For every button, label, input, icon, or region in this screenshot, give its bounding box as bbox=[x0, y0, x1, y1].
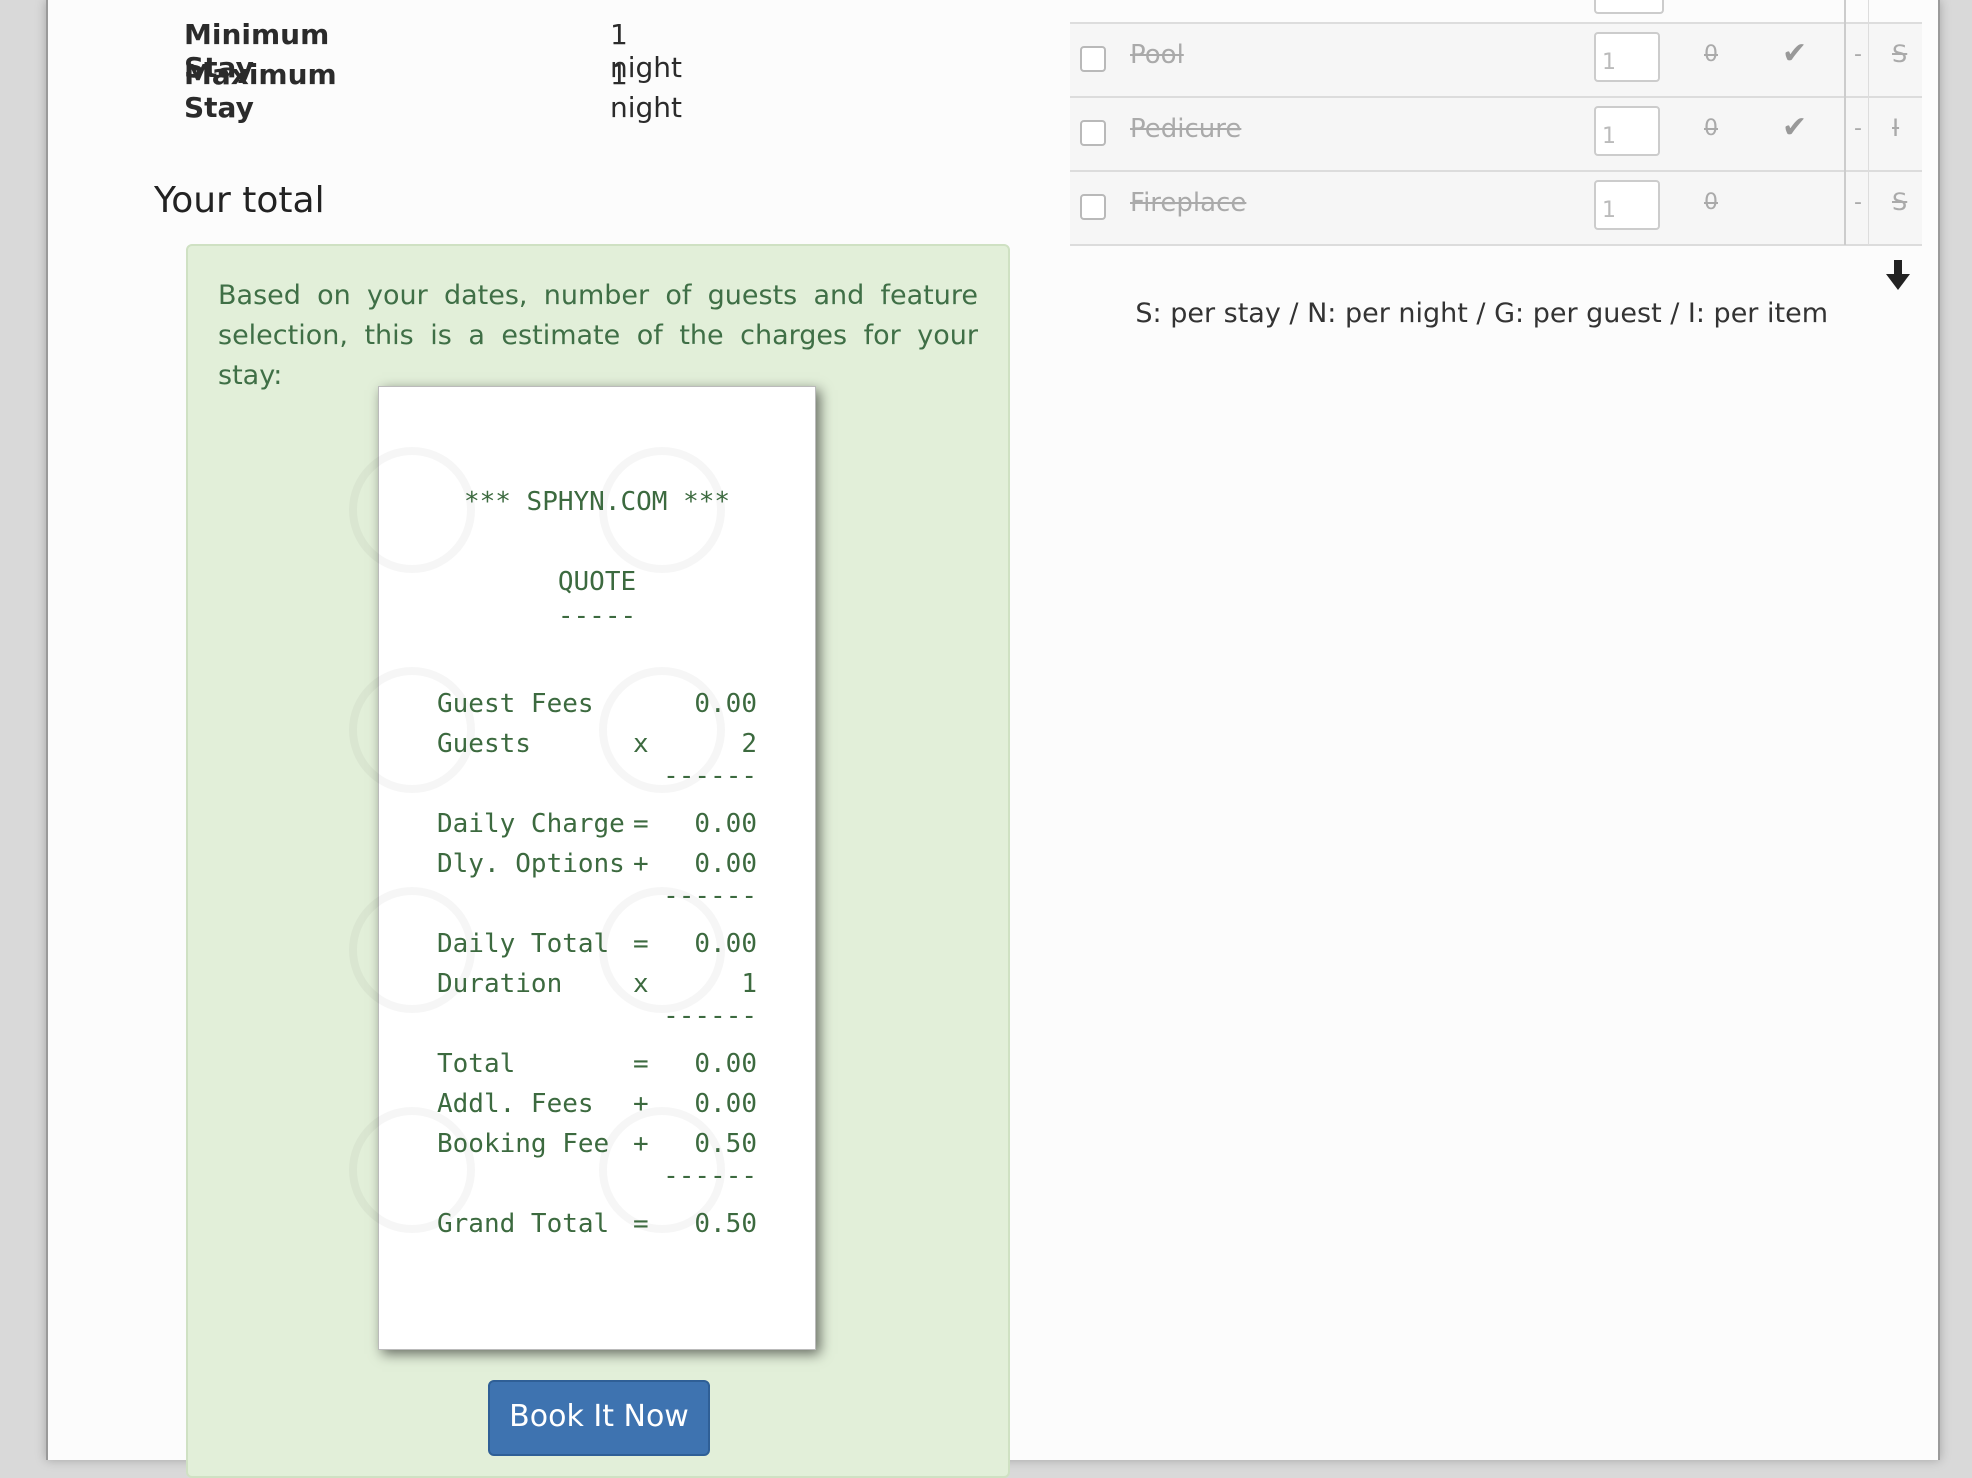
feature-name: Pool bbox=[1130, 40, 1184, 70]
feature-unit: S bbox=[1892, 188, 1908, 216]
receipt-line-booking-fee: Booking Fee + 0.50 bbox=[437, 1129, 757, 1163]
receipt-label: Addl. Fees bbox=[437, 1089, 594, 1119]
receipt-value: 1 bbox=[741, 969, 757, 999]
receipt-line-total: Total = 0.00 bbox=[437, 1049, 757, 1083]
receipt-value: 0.00 bbox=[694, 809, 757, 839]
receipt-label: Total bbox=[437, 1049, 516, 1079]
receipt-label: Dly. Options bbox=[437, 849, 625, 879]
receipt-operator: = bbox=[633, 1049, 649, 1079]
feature-unit: I bbox=[1892, 114, 1900, 142]
quantity-input-partial[interactable] bbox=[1594, 0, 1664, 14]
receipt-operator: = bbox=[633, 809, 649, 839]
receipt-label: Daily Total bbox=[437, 929, 610, 959]
receipt-header: *** SPHYN.COM *** bbox=[463, 487, 731, 517]
features-table: Pool 1 0 ✔ - S Pedicure 1 0 ✔ - I Firepl… bbox=[1070, 0, 1922, 246]
book-it-now-button[interactable]: Book It Now bbox=[488, 1380, 710, 1456]
receipt-separator-text: ------ bbox=[663, 881, 757, 911]
quantity-input[interactable]: 1 bbox=[1594, 106, 1660, 156]
checkmark-icon: ✔ bbox=[1782, 36, 1808, 71]
feature-checkbox[interactable] bbox=[1080, 194, 1106, 220]
receipt-label: Booking Fee bbox=[437, 1129, 610, 1159]
max-stay-label: Maximum Stay bbox=[184, 58, 337, 124]
receipt-operator: = bbox=[633, 1209, 649, 1239]
feature-name: Fireplace bbox=[1130, 188, 1247, 218]
receipt-value: 0.00 bbox=[694, 1089, 757, 1119]
quantity-input[interactable]: 1 bbox=[1594, 180, 1660, 230]
quote-intro-text: Based on your dates, number of guests an… bbox=[218, 280, 978, 391]
checkmark-icon: ✔ bbox=[1782, 110, 1808, 145]
receipt-line-daily-options: Dly. Options + 0.00 bbox=[437, 849, 757, 883]
receipt-separator: ------ bbox=[437, 1001, 757, 1035]
receipt-title-rule: ----- bbox=[557, 601, 637, 631]
table-row: Pedicure 1 0 ✔ - I bbox=[1070, 98, 1922, 172]
receipt-line-duration: Duration x 1 bbox=[437, 969, 757, 1003]
column-divider bbox=[1844, 0, 1846, 245]
feature-price: 0 bbox=[1704, 42, 1718, 67]
receipt-line-daily-charge: Daily Charge = 0.00 bbox=[437, 809, 757, 843]
receipt-line-grand-total: Grand Total = 0.50 bbox=[437, 1209, 757, 1243]
unit-legend: S: per stay / N: per night / G: per gues… bbox=[1135, 298, 1828, 329]
quote-panel: Based on your dates, number of guests an… bbox=[186, 244, 1010, 1478]
receipt-value: 0.00 bbox=[694, 849, 757, 879]
arrow-down-icon bbox=[1886, 260, 1910, 290]
receipt-title: QUOTE bbox=[557, 567, 637, 597]
feature-dash: - bbox=[1854, 42, 1862, 67]
page: Minimum Stay 1 night Maximum Stay 1 nigh… bbox=[46, 0, 1940, 1478]
receipt-label: Grand Total bbox=[437, 1209, 610, 1239]
receipt-label: Duration bbox=[437, 969, 563, 999]
receipt-separator: ------ bbox=[437, 761, 757, 795]
receipt-value: 0.50 bbox=[694, 1129, 757, 1159]
receipt-line-guest-fees: Guest Fees 0.00 bbox=[437, 689, 757, 723]
feature-name: Pedicure bbox=[1130, 114, 1242, 144]
feature-unit: S bbox=[1892, 40, 1908, 68]
receipt-operator: + bbox=[633, 1129, 649, 1159]
receipt-value: 0.00 bbox=[694, 1049, 757, 1079]
receipt-value: 2 bbox=[741, 729, 757, 759]
feature-price: 0 bbox=[1704, 190, 1718, 215]
receipt-line-additional-fees: Addl. Fees + 0.00 bbox=[437, 1089, 757, 1123]
receipt-separator-text: ------ bbox=[663, 1161, 757, 1191]
receipt-operator: = bbox=[633, 929, 649, 959]
receipt-separator-text: ------ bbox=[663, 1001, 757, 1031]
receipt-operator: + bbox=[633, 849, 649, 879]
receipt-line-daily-total: Daily Total = 0.00 bbox=[437, 929, 757, 963]
feature-price: 0 bbox=[1704, 116, 1718, 141]
receipt-operator: x bbox=[633, 969, 649, 999]
your-total-heading: Your total bbox=[154, 180, 325, 221]
receipt-separator-text: ------ bbox=[663, 761, 757, 791]
receipt-separator: ------ bbox=[437, 881, 757, 915]
feature-checkbox[interactable] bbox=[1080, 46, 1106, 72]
max-stay-value: 1 night bbox=[610, 58, 683, 124]
receipt-line-guests: Guests x 2 bbox=[437, 729, 757, 763]
receipt-label: Guests bbox=[437, 729, 531, 759]
receipt-value: 0.00 bbox=[694, 689, 757, 719]
receipt-label: Daily Charge bbox=[437, 809, 625, 839]
quote-receipt: *** SPHYN.COM *** QUOTE ----- Guest Fees… bbox=[378, 386, 816, 1350]
quantity-input[interactable]: 1 bbox=[1594, 32, 1660, 82]
feature-dash: - bbox=[1854, 116, 1862, 141]
feature-dash: - bbox=[1854, 190, 1862, 215]
receipt-value: 0.00 bbox=[694, 929, 757, 959]
column-divider bbox=[1868, 0, 1869, 245]
receipt-operator: x bbox=[633, 729, 649, 759]
table-row: Fireplace 1 0 - S bbox=[1070, 172, 1922, 246]
receipt-label: Guest Fees bbox=[437, 689, 594, 719]
receipt-separator: ------ bbox=[437, 1161, 757, 1195]
table-row: Pool 1 0 ✔ - S bbox=[1070, 24, 1922, 98]
feature-checkbox[interactable] bbox=[1080, 120, 1106, 146]
receipt-value: 0.50 bbox=[694, 1209, 757, 1239]
receipt-operator: + bbox=[633, 1089, 649, 1119]
